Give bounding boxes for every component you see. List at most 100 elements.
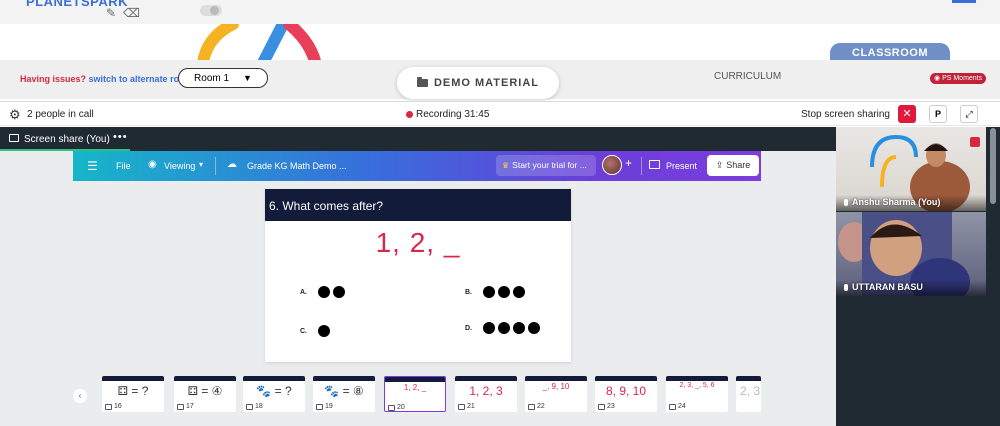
room-select[interactable]: Room 1 ▼	[178, 68, 268, 88]
lms-top-strip: PLANETSPARK ✎ ⌫	[0, 0, 1000, 24]
stop-sharing-label[interactable]: Stop screen sharing	[801, 109, 890, 120]
comment-icon	[177, 403, 184, 410]
demo-material-label: DEMO MATERIAL	[433, 77, 540, 89]
mic-icon	[844, 283, 848, 291]
issues-label: Having issues?	[20, 74, 87, 84]
thumbnail-number: 22	[528, 403, 545, 410]
thumbnail-number: 20	[388, 404, 405, 411]
recording-dot-icon	[406, 111, 413, 118]
add-collaborator-icon[interactable]: +	[625, 156, 632, 170]
thumbnail-content: 8, 9, 10	[605, 384, 647, 398]
thumbnail-25[interactable]: 2, 3	[736, 376, 761, 412]
canva-doc-title[interactable]: Grade KG Math Demo ...	[247, 161, 347, 171]
participant-video-uttaran[interactable]: UTTARAN BASU	[836, 212, 986, 296]
dot	[528, 322, 540, 334]
thumbnail-23[interactable]: 8, 9, 10 23	[595, 376, 657, 412]
crown-icon: ♛	[502, 161, 510, 170]
thumbnail-header	[455, 376, 517, 381]
slide-question: 6. What comes after?	[269, 199, 384, 213]
participants-scrollbar[interactable]	[990, 128, 996, 204]
canva-file-menu[interactable]: File	[116, 161, 131, 171]
mic-icon	[844, 198, 848, 206]
thumbnail-number: 19	[316, 403, 333, 410]
thumbnail-number: 17	[177, 403, 194, 410]
thumbnail-19[interactable]: 🐾 = ⑧ 19	[313, 376, 375, 412]
slide-header: 6. What comes after?	[265, 189, 571, 221]
thumbnail-header	[385, 377, 445, 382]
thumbnail-header	[174, 376, 236, 381]
switch-room-link[interactable]: switch to alternate room	[89, 74, 193, 84]
pin-button[interactable]: P	[929, 105, 947, 123]
participant-name: UTTARAN BASU	[844, 282, 923, 292]
chevron-down-icon: ▼	[243, 73, 252, 83]
option-a-label: A.	[300, 289, 307, 296]
start-trial-button[interactable]: ♛ Start your trial for ...	[496, 155, 596, 176]
option-c-label: C.	[300, 328, 307, 335]
ps-moments-button[interactable]: ◉ PS Moments	[930, 73, 987, 84]
folder-icon	[416, 77, 428, 87]
screen-share-icon	[9, 134, 19, 142]
recording-label: Recording	[416, 109, 462, 120]
gear-icon[interactable]: ⚙	[9, 107, 21, 123]
camera-icon: ◉	[934, 75, 941, 82]
present-button[interactable]: Present	[666, 161, 697, 171]
thumbnail-22[interactable]: _, 9, 10 22	[525, 376, 587, 412]
stop-sharing-close-button[interactable]: ✕	[898, 105, 916, 123]
screen-share-header: Screen share (You) •••	[0, 127, 836, 151]
thumbnail-number-text: 20	[397, 404, 405, 411]
avatar[interactable]	[602, 155, 622, 175]
dot	[333, 286, 345, 298]
thumbnail-number: 24	[669, 403, 686, 410]
thumbnail-content: 2, 3	[740, 384, 761, 398]
eye-icon: ◉	[148, 159, 157, 170]
participant-video-anshu[interactable]: Anshu Sharma (You)	[836, 127, 986, 211]
participant-name-text: Anshu Sharma (You)	[852, 197, 941, 207]
comment-icon	[246, 403, 253, 410]
comment-icon	[316, 403, 323, 410]
canva-viewing-menu[interactable]: Viewing	[164, 161, 195, 171]
canva-share-label: Share	[726, 160, 751, 170]
people-count: 2 people in call	[27, 109, 94, 120]
present-icon[interactable]	[649, 160, 660, 169]
thumbnail-18[interactable]: 🐾 = ? 18	[243, 376, 305, 412]
comment-icon	[458, 403, 465, 410]
hamburger-menu-icon[interactable]: ☰	[87, 159, 98, 173]
annotation-toggle[interactable]	[200, 5, 222, 16]
expand-icon[interactable]: ⤢	[960, 105, 978, 123]
thumbnail-content: 1, 2, 3	[469, 384, 503, 398]
thumbnail-number-text: 17	[186, 403, 194, 410]
top-right-accent	[952, 0, 976, 3]
thumbnail-20-selected[interactable]: 1, 2, _ 20	[384, 376, 446, 412]
pencil-icon[interactable]: ✎	[106, 6, 116, 20]
slide-sequence: 1, 2, _	[375, 227, 461, 258]
thumbnail-number: 23	[598, 403, 615, 410]
share-icon: ⇪	[715, 160, 724, 170]
thumbnail-16[interactable]: ⚃ = ? 16	[102, 376, 164, 412]
canva-share-button[interactable]: ⇪ Share	[707, 155, 759, 176]
chevron-down-icon: ▾	[199, 160, 204, 169]
comment-icon	[528, 403, 535, 410]
eraser-icon[interactable]: ⌫	[123, 6, 140, 20]
participant-name-text: UTTARAN BASU	[852, 282, 923, 292]
thumbnail-number-text: 21	[467, 403, 475, 410]
thumbnail-17[interactable]: ⚃ = ④ 17	[174, 376, 236, 412]
comment-icon	[669, 403, 676, 410]
option-b-dots	[483, 286, 525, 298]
curriculum-tab[interactable]: CURRICULUM	[714, 71, 781, 82]
demo-material-button[interactable]: DEMO MATERIAL	[397, 67, 559, 99]
option-a-dots	[318, 286, 345, 298]
thumbnail-21[interactable]: 1, 2, 3 21	[455, 376, 517, 412]
thumbnail-number: 21	[458, 403, 475, 410]
thumbnail-content: ⚃ = ?	[117, 384, 149, 398]
more-options-icon[interactable]: •••	[113, 131, 128, 143]
thumbnail-number-text: 16	[114, 403, 122, 410]
thumbnail-24[interactable]: 2, 3, _, 5, 6 24	[666, 376, 728, 412]
thumbnail-header	[243, 376, 305, 381]
dot	[498, 286, 510, 298]
planetspark-logo	[970, 137, 980, 147]
dot	[318, 325, 330, 337]
dot	[483, 286, 495, 298]
option-b-label: B.	[465, 289, 472, 296]
thumbnail-content: ⚃ = ④	[187, 384, 223, 398]
comment-icon	[598, 403, 605, 410]
